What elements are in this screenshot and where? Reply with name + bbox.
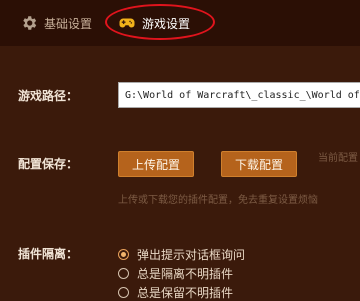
game-path-input[interactable] <box>118 82 360 108</box>
current-config-note: 当前配置 <box>318 153 358 164</box>
isolation-option-always-isolate[interactable]: 总是隔离不明插件 <box>118 265 233 282</box>
upload-config-button[interactable]: 上传配置 <box>118 151 194 177</box>
top-tab-bar: 基础设置 游戏设置 <box>0 0 360 46</box>
tab-game-settings[interactable]: 游戏设置 <box>118 0 190 46</box>
isolation-option-prompt[interactable]: 弹出提示对话框询问 <box>118 246 245 263</box>
isolation-option-label: 总是保留不明插件 <box>137 286 234 300</box>
isolation-option-label: 弹出提示对话框询问 <box>137 248 246 262</box>
isolation-option-always-keep[interactable]: 总是保留不明插件 <box>118 284 233 301</box>
config-save-hint: 上传或下载您的插件配置，免去重复设置烦恼 <box>118 195 318 206</box>
download-config-button[interactable]: 下载配置 <box>221 151 297 177</box>
plugin-isolation-label: 插件隔离： <box>18 247 79 261</box>
tab-basic-settings[interactable]: 基础设置 <box>20 0 92 46</box>
tab-game-label: 游戏设置 <box>142 16 191 31</box>
game-path-label: 游戏路径： <box>18 89 79 103</box>
radio-button-selected[interactable] <box>118 249 129 260</box>
radio-button[interactable] <box>118 268 129 279</box>
isolation-option-label: 总是隔离不明插件 <box>137 267 234 281</box>
gear-icon <box>23 16 37 30</box>
config-save-label: 配置保存： <box>18 157 79 171</box>
gamepad-icon <box>119 18 135 28</box>
radio-button[interactable] <box>118 287 129 298</box>
tab-basic-label: 基础设置 <box>44 16 93 31</box>
